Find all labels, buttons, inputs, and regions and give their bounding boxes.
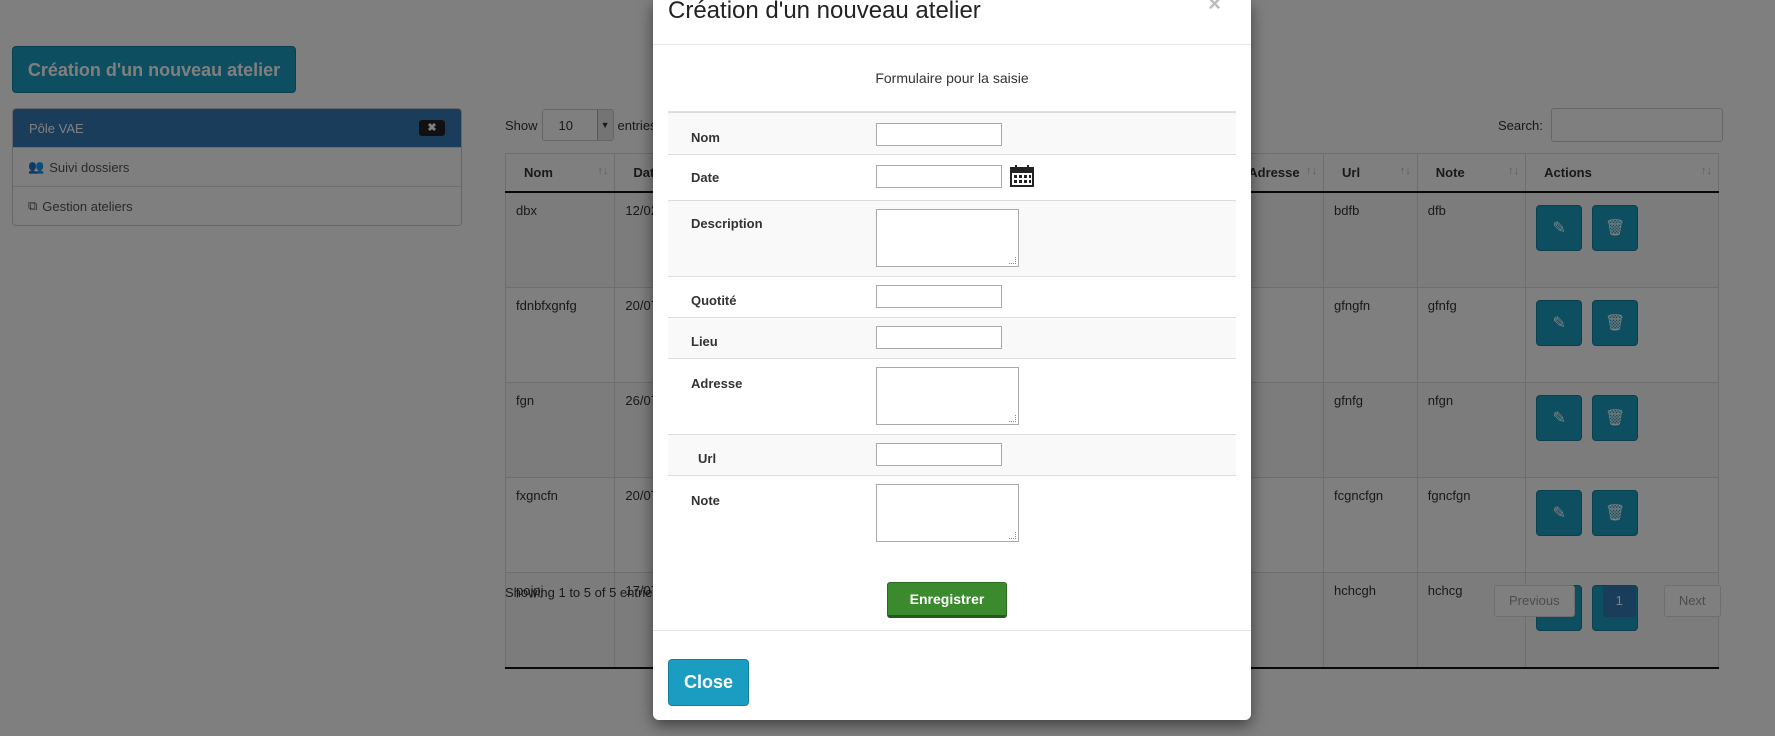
close-button[interactable]: Close bbox=[668, 659, 749, 706]
nom-label: Nom bbox=[668, 111, 876, 154]
description-label: Description bbox=[668, 199, 876, 276]
lieu-input[interactable] bbox=[876, 325, 1002, 349]
modal-footer: Close bbox=[653, 630, 1251, 706]
form-caption: Formulaire pour la saisie bbox=[875, 70, 1029, 86]
create-workshop-modal: Création d'un nouveau atelier × Formulai… bbox=[653, 0, 1251, 720]
quotite-input[interactable] bbox=[876, 284, 1002, 308]
adresse-textarea[interactable] bbox=[876, 366, 1019, 425]
adresse-label: Adresse bbox=[668, 357, 876, 434]
note-textarea[interactable] bbox=[876, 483, 1019, 542]
date-input[interactable] bbox=[876, 164, 1002, 188]
date-label: Date bbox=[668, 153, 876, 200]
modal-title: Création d'un nouveau atelier bbox=[668, 0, 981, 24]
url-label: Url bbox=[668, 433, 876, 475]
workshop-form: Nom Date Description Quotité Lieu Adress bbox=[668, 111, 1236, 545]
save-button[interactable]: Enregistrer bbox=[887, 582, 1007, 618]
quotite-label: Quotité bbox=[668, 275, 876, 317]
calendar-icon[interactable] bbox=[1009, 164, 1034, 187]
nom-input[interactable] bbox=[876, 123, 1002, 146]
lieu-label: Lieu bbox=[668, 316, 876, 358]
modal-header: Création d'un nouveau atelier × bbox=[653, 0, 1251, 45]
url-input[interactable] bbox=[876, 442, 1002, 466]
note-label: Note bbox=[668, 474, 876, 545]
close-icon[interactable]: × bbox=[1208, 0, 1221, 17]
description-textarea[interactable] bbox=[876, 208, 1019, 267]
